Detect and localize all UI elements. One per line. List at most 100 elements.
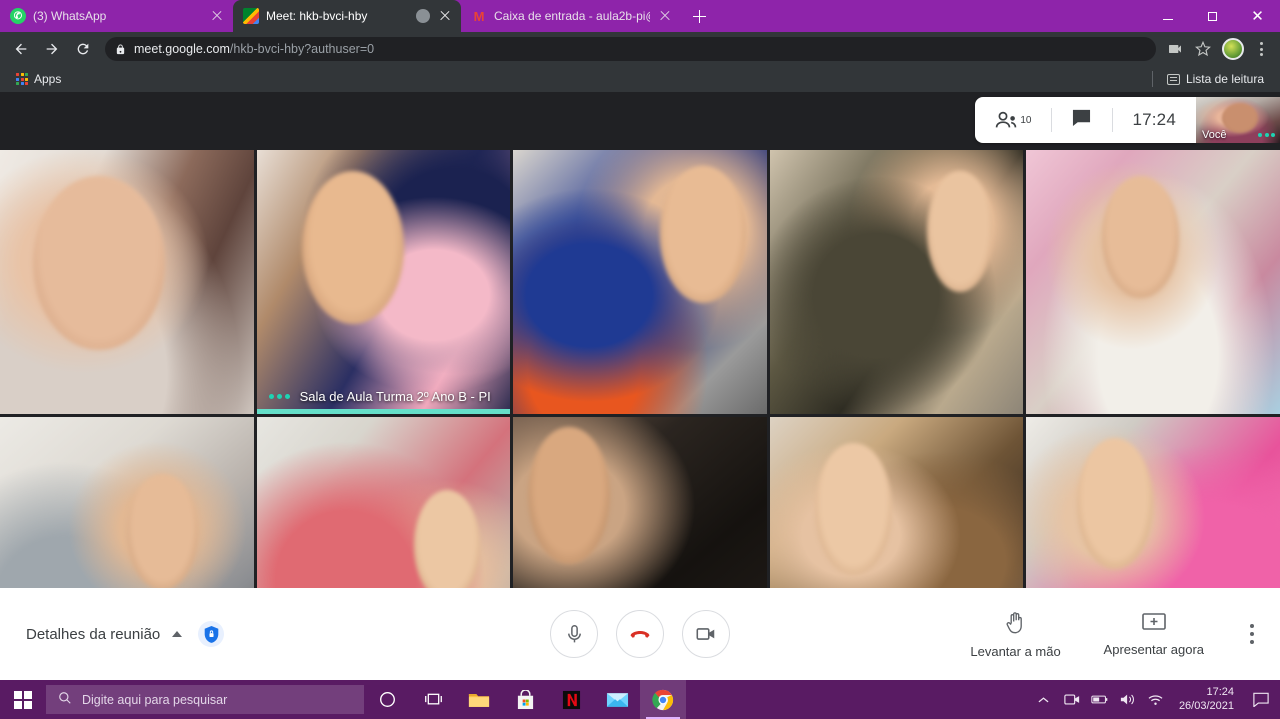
meeting-details-button[interactable]: Detalhes da reunião: [26, 625, 183, 643]
participant-video: [769, 150, 1024, 414]
close-icon[interactable]: [657, 8, 673, 24]
participant-face: [660, 165, 747, 303]
participant-tile[interactable]: [769, 150, 1024, 414]
tray-time: 17:24: [1206, 685, 1234, 698]
toolbar-actions: [1162, 36, 1272, 62]
speaking-indicator-icon: [1258, 133, 1275, 137]
wifi-icon[interactable]: [1147, 694, 1165, 706]
browser-window: ✆ (3) WhatsApp Meet: hkb-bvci-hby M Caix…: [0, 0, 1280, 719]
url-host: meet.google.com: [134, 42, 230, 56]
encryption-button[interactable]: [198, 621, 225, 647]
profile-avatar[interactable]: [1222, 38, 1244, 60]
raise-hand-label: Levantar a mão: [970, 643, 1061, 659]
speaking-indicator-icon: [268, 393, 290, 399]
volume-icon[interactable]: [1119, 693, 1137, 706]
close-window-button[interactable]: ✕: [1235, 0, 1280, 32]
back-icon[interactable]: [8, 36, 34, 62]
show-hidden-icons[interactable]: [1035, 696, 1053, 704]
taskbar-apps: [364, 680, 686, 719]
camera-button[interactable]: [682, 610, 730, 658]
whatsapp-icon: ✆: [10, 8, 26, 24]
tab-whatsapp[interactable]: ✆ (3) WhatsApp: [0, 0, 233, 32]
search-placeholder: Digite aqui para pesquisar: [82, 692, 228, 707]
raise-hand-button[interactable]: Levantar a mão: [968, 610, 1064, 659]
google-meet-icon: [243, 8, 259, 24]
meet-top-chip: 10 17:24: [975, 97, 1196, 143]
apps-shortcut[interactable]: Apps: [10, 70, 67, 88]
reload-icon[interactable]: [70, 36, 96, 62]
participant-tile-active-speaker[interactable]: Sala de Aula Turma 2º Ano B - PI: [256, 150, 511, 414]
apps-grid-icon: [16, 73, 28, 85]
close-icon[interactable]: [209, 8, 225, 24]
mail-icon[interactable]: [594, 680, 640, 719]
tab-meet[interactable]: Meet: hkb-bvci-hby: [233, 0, 461, 32]
microphone-button[interactable]: [550, 610, 598, 658]
reading-list-button[interactable]: Lista de leitura: [1161, 70, 1270, 88]
search-input[interactable]: Digite aqui para pesquisar: [46, 685, 364, 714]
control-bar-right: Levantar a mão Apresentar agora: [968, 610, 1280, 659]
present-now-label: Apresentar agora: [1103, 642, 1204, 657]
more-options-button[interactable]: [1244, 624, 1260, 644]
participant-face: [413, 490, 480, 601]
tab-title: Meet: hkb-bvci-hby: [266, 9, 368, 23]
camera-icon[interactable]: [1063, 693, 1081, 706]
participant-face: [528, 427, 610, 565]
file-explorer-icon[interactable]: [456, 680, 502, 719]
control-bar-left: Detalhes da reunião: [0, 621, 225, 647]
search-icon: [58, 691, 72, 708]
maximize-button[interactable]: [1190, 0, 1235, 32]
action-center-icon[interactable]: [1248, 680, 1274, 719]
window-controls: ✕: [1145, 0, 1280, 32]
media-cast-icon[interactable]: [1162, 36, 1188, 62]
hang-up-button[interactable]: [616, 610, 664, 658]
participant-tile[interactable]: [1026, 150, 1280, 414]
apps-label: Apps: [34, 72, 62, 86]
participant-face: [126, 474, 198, 591]
tab-audio-indicator-icon[interactable]: [416, 9, 430, 23]
forward-icon[interactable]: [39, 36, 65, 62]
new-tab-button[interactable]: [685, 2, 713, 30]
participants-button[interactable]: 10: [975, 97, 1051, 143]
bookmarks-bar: Apps Lista de leitura: [0, 66, 1280, 92]
meet-top-bar: 10 17:24 Você: [0, 92, 1280, 150]
netflix-icon[interactable]: [548, 680, 594, 719]
participant-face: [302, 171, 404, 324]
tab-gmail[interactable]: M Caixa de entrada - aula2b-pi@ie: [461, 0, 681, 32]
cortana-icon[interactable]: [364, 680, 410, 719]
meet-control-bar: Detalhes da reunião Levantar a mão Apres…: [0, 588, 1280, 680]
system-tray: 17:24 26/03/2021: [1035, 680, 1280, 719]
start-button[interactable]: [0, 680, 46, 719]
meeting-details-label: Detalhes da reunião: [26, 625, 161, 643]
participant-tile[interactable]: [513, 150, 767, 414]
taskbar-clock[interactable]: 17:24 26/03/2021: [1175, 686, 1238, 714]
reading-list-icon: [1166, 73, 1180, 85]
tab-title: (3) WhatsApp: [33, 9, 107, 23]
minimize-button[interactable]: [1145, 0, 1190, 32]
tab-title: Caixa de entrada - aula2b-pi@ie: [494, 9, 650, 23]
address-bar[interactable]: meet.google.com/hkb-bvci-hby?authuser=0: [105, 37, 1156, 61]
chat-button[interactable]: [1051, 97, 1112, 143]
microsoft-store-icon[interactable]: [502, 680, 548, 719]
lock-icon: [115, 43, 126, 55]
self-view-tile[interactable]: Você: [1196, 97, 1280, 143]
chevron-up-icon: [172, 631, 183, 637]
present-now-button[interactable]: Apresentar agora: [1104, 611, 1204, 657]
participants-count: 10: [1020, 114, 1032, 126]
task-view-icon[interactable]: [410, 680, 456, 719]
people-icon: [995, 111, 1019, 129]
participant-name: Sala de Aula Turma 2º Ano B - PI: [299, 388, 491, 404]
browser-toolbar: meet.google.com/hkb-bvci-hby?authuser=0: [0, 32, 1280, 66]
self-view-face: [1222, 103, 1258, 133]
chrome-icon[interactable]: [640, 680, 686, 719]
bookmark-star-icon[interactable]: [1190, 36, 1216, 62]
self-view-label: Você: [1202, 129, 1227, 141]
participant-tile[interactable]: [0, 150, 254, 414]
chrome-menu-icon[interactable]: [1250, 42, 1272, 56]
meeting-clock: 17:24: [1112, 97, 1196, 143]
participant-name-row: Sala de Aula Turma 2º Ano B - PI: [268, 388, 491, 404]
close-icon[interactable]: [437, 8, 453, 24]
active-speaker-bar: [256, 408, 511, 414]
meeting-time: 17:24: [1132, 110, 1176, 129]
battery-icon[interactable]: [1091, 694, 1109, 705]
tray-date: 26/03/2021: [1178, 699, 1234, 712]
